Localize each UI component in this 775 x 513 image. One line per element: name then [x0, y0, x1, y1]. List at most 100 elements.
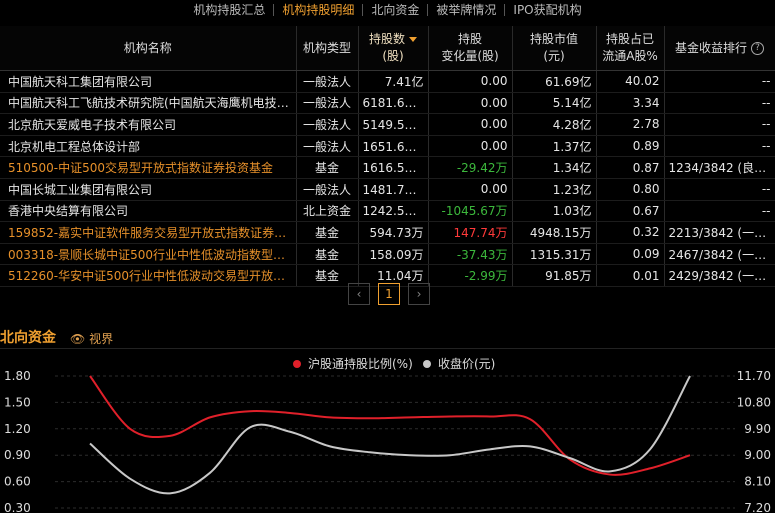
row-name[interactable]: 512260-华安中证500行业中性低波动交易型开放式指数证券投资基金 [0, 264, 297, 287]
tab-0[interactable]: 机构持股汇总 [185, 0, 273, 20]
row-ratio: 0.87 [596, 156, 665, 179]
north-fund-title: 北向资金 [0, 330, 56, 346]
row-change: 0.00 [428, 135, 513, 158]
row-shares: 1242.51万 [358, 200, 429, 223]
row-change: -37.43万 [428, 243, 513, 266]
table-row[interactable]: 香港中央结算有限公司 北上资金 1242.51万 -1045.67万 1.03亿 0.67… [0, 200, 775, 223]
table-row[interactable]: 159852-嘉实中证软件服务交易型开放式指数证券投资基金 基金 594.73万 14… [0, 221, 775, 244]
view-link-label: 视界 [89, 332, 114, 346]
row-change: 0.00 [428, 178, 513, 201]
row-name[interactable]: 中国长城工业集团有限公司 [0, 178, 297, 201]
tab-2[interactable]: 北向资金 [363, 0, 427, 20]
right-tick-label: 8.10 [744, 475, 771, 489]
row-name[interactable]: 香港中央结算有限公司 [0, 200, 297, 223]
price-series-line [89, 375, 691, 495]
tab-3[interactable]: 被举牌情况 [428, 0, 504, 20]
row-value: 4948.15万 [512, 221, 597, 244]
header-type[interactable]: 机构类型 [296, 26, 359, 71]
row-value: 91.85万 [512, 264, 597, 287]
table-row[interactable]: 中国航天科工飞航技术研究院(中国航天海鹰机电技术研究院)一般法人6181.69万… [0, 92, 775, 115]
header-value[interactable]: 持股市值 (元) [512, 26, 597, 71]
table-row[interactable]: 中国航天科工集团有限公司 一般法人 7.41亿 0.00 61.69亿 40.02 -- [0, 70, 775, 93]
header-shares-label: 持股数 [368, 32, 405, 46]
legend-price-marker [423, 359, 431, 368]
table-body: 中国航天科工集团有限公司 一般法人 7.41亿 0.00 61.69亿 40.02 -- 中国… [0, 70, 775, 287]
row-change: 0.00 [428, 92, 513, 115]
header-shares[interactable]: 持股数 (股) [358, 26, 429, 71]
row-shares: 1616.50万 [358, 156, 429, 179]
table-row[interactable]: 北京机电工程总体设计部 一般法人 1651.63万 0.00 1.37亿 0.89 -- [0, 135, 775, 158]
header-ratio-unit: 流通A股% [602, 49, 658, 63]
row-type: 一般法人 [296, 178, 359, 201]
row-name[interactable]: 北京机电工程总体设计部 [0, 135, 297, 158]
table-header-row: 机构名称 机构类型 持股数 (股) 持股 变化量(股) 持股市值 (元) 持股占已流… [0, 26, 775, 71]
page-1-button[interactable]: 1 [378, 283, 400, 305]
row-shares: 6181.69万 [358, 92, 429, 115]
institution-table-wrap: 机构名称 机构类型 持股数 (股) 持股 变化量(股) 持股市值 (元) 持股占已流… [0, 26, 775, 287]
row-ratio: 0.67 [596, 200, 665, 223]
row-name[interactable]: 中国航天科工集团有限公司 [0, 70, 297, 93]
header-ratio[interactable]: 持股占已流通A股% [596, 26, 665, 71]
help-icon[interactable]: ? [751, 41, 764, 55]
row-name[interactable]: 510500-中证500交易型开放式指数证券投资基金 [0, 156, 297, 179]
table-row[interactable]: 北京航天爱威电子技术有限公司 一般法人 5149.50万 0.00 4.28亿 2.78-… [0, 113, 775, 136]
row-name[interactable]: 北京航天爱威电子技术有限公司 [0, 113, 297, 136]
row-name[interactable]: 003318-景顺长城中证500行业中性低波动指数型证券投资基金 [0, 243, 297, 266]
pagination: ‹ 1 › [348, 283, 430, 305]
table-row[interactable]: 中国长城工业集团有限公司 一般法人 1481.74万 0.00 1.23亿 0.80 -- [0, 178, 775, 201]
left-tick-label: 1.20 [4, 422, 31, 436]
row-change: -1045.67万 [428, 200, 513, 223]
row-type: 一般法人 [296, 113, 359, 136]
row-shares: 7.41亿 [358, 70, 429, 93]
row-rank: 2467/3842 (一般) [664, 243, 775, 266]
row-type: 一般法人 [296, 135, 359, 158]
header-shares-unit: (股) [382, 49, 404, 63]
next-page-button[interactable]: › [408, 283, 430, 305]
row-shares: 1651.63万 [358, 135, 429, 158]
row-value: 1.37亿 [512, 135, 597, 158]
row-value: 4.28亿 [512, 113, 597, 136]
row-rank: -- [664, 92, 775, 115]
row-rank: -- [664, 70, 775, 93]
eye-icon: 👁︎ [70, 332, 86, 346]
tab-1[interactable]: 机构持股明细 [274, 0, 362, 20]
table-row[interactable]: 003318-景顺长城中证500行业中性低波动指数型证券投资基金基金158.09… [0, 243, 775, 266]
right-tick-label: 9.00 [744, 448, 771, 462]
header-rank[interactable]: 基金收益排行? [664, 26, 775, 71]
row-rank: -- [664, 178, 775, 201]
section-divider [0, 348, 775, 349]
header-ratio-label: 持股占已 [605, 32, 654, 46]
row-value: 1.23亿 [512, 178, 597, 201]
row-rank: 1234/3842 (良好) [664, 156, 775, 179]
header-rank-label: 基金收益排行 [674, 40, 747, 55]
row-ratio: 40.02 [596, 70, 665, 93]
right-tick-label: 10.80 [737, 395, 771, 409]
legend-ratio-marker [293, 359, 301, 368]
tab-4[interactable]: IPO获配机构 [505, 0, 589, 20]
row-change: 0.00 [428, 113, 513, 136]
row-name[interactable]: 159852-嘉实中证软件服务交易型开放式指数证券投资基金 [0, 221, 297, 244]
right-tick-label: 9.90 [744, 422, 771, 436]
row-value: 1315.31万 [512, 243, 597, 266]
left-tick-label: 1.80 [4, 369, 31, 383]
header-value-label: 持股市值 [529, 32, 578, 46]
row-rank: -- [664, 200, 775, 223]
header-change[interactable]: 持股 变化量(股) [428, 26, 513, 71]
table-row[interactable]: 510500-中证500交易型开放式指数证券投资基金 基金 1616.50万 -29.… [0, 156, 775, 179]
row-shares: 158.09万 [358, 243, 429, 266]
row-ratio: 3.34 [596, 92, 665, 115]
left-tick-label: 0.30 [4, 501, 31, 513]
left-tick-label: 0.90 [4, 448, 31, 462]
row-change: 147.74万 [428, 221, 513, 244]
prev-page-button[interactable]: ‹ [348, 283, 370, 305]
row-rank: 2429/3842 (一般) [664, 264, 775, 287]
row-change: -2.99万 [428, 264, 513, 287]
row-shares: 594.73万 [358, 221, 429, 244]
header-type-label: 机构类型 [302, 40, 351, 55]
row-value: 1.03亿 [512, 200, 597, 223]
row-name[interactable]: 中国航天科工飞航技术研究院(中国航天海鹰机电技术研究院) [0, 92, 297, 115]
header-name[interactable]: 机构名称 [0, 26, 297, 71]
row-type: 一般法人 [296, 70, 359, 93]
header-name-label: 机构名称 [123, 40, 172, 55]
view-link[interactable]: 👁︎ 视界 [70, 330, 113, 347]
